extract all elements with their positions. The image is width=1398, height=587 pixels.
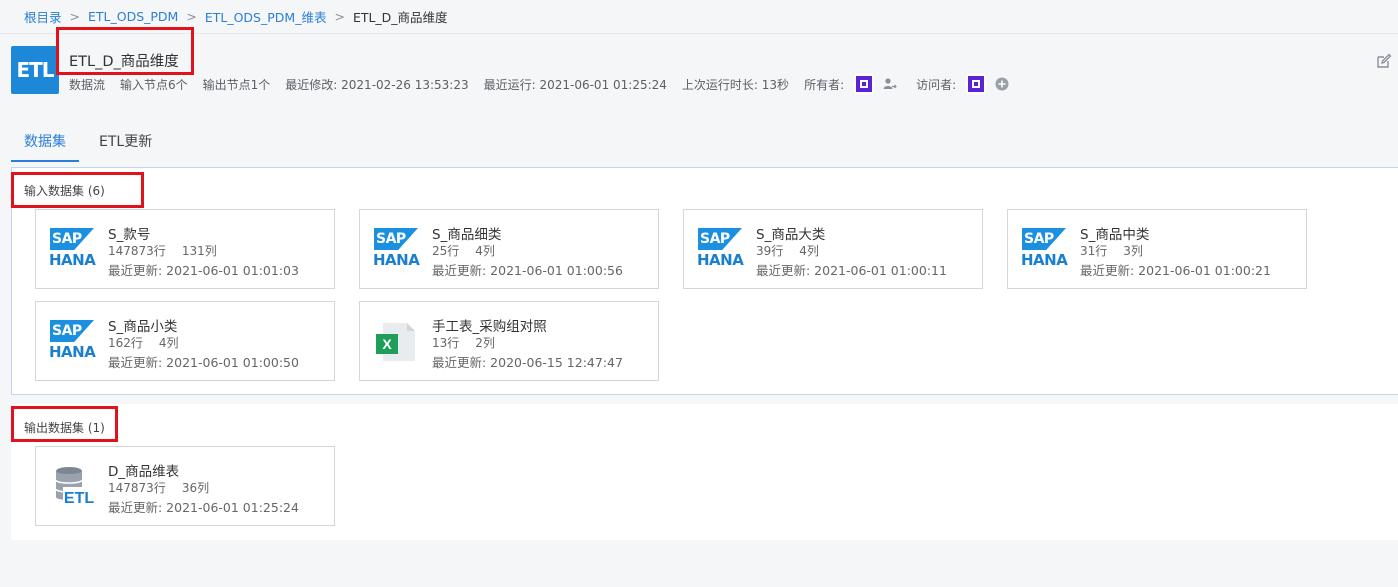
tab-bar: 数据集 ETL更新	[11, 128, 165, 162]
sap-hana-icon: SAP HANA	[697, 228, 744, 272]
dataset-rows: 13行	[432, 336, 460, 350]
dataset-updated: 最近更新: 2021-06-01 01:00:21	[1080, 263, 1271, 278]
dataset-cols: 131列	[181, 244, 217, 258]
dataset-name: D_商品维表	[108, 464, 180, 480]
header-divider	[0, 33, 1398, 34]
dataset-rows: 31行	[1080, 244, 1108, 258]
visitor-avatar[interactable]	[966, 74, 987, 94]
breadcrumb-separator: >	[334, 9, 345, 24]
meta-bar: 数据流 输入节点6个 输出节点1个 最近修改: 2021-02-26 13:53…	[69, 74, 1028, 94]
dataset-counts: 162行 4列	[108, 334, 179, 351]
dataset-cols: 4列	[799, 244, 819, 258]
dataset-name: S_款号	[108, 227, 151, 243]
dataset-card[interactable]: ETL D_商品维表 147873行 36列 最近更新: 2021-06-01 0…	[35, 446, 335, 526]
breadcrumb-root[interactable]: 根目录	[24, 7, 62, 26]
dataset-rows: 162行	[108, 336, 143, 350]
dataset-updated: 最近更新: 2021-06-01 01:00:11	[756, 263, 947, 278]
dataset-rows: 147873行	[108, 244, 166, 258]
dataset-card[interactable]: SAP HANA S_款号 147873行 131列 最近更新: 2021-06-0…	[35, 209, 335, 289]
dataset-updated: 最近更新: 2021-06-01 01:00:50	[108, 355, 299, 370]
dataset-card[interactable]: X 手工表_采购组对照 13行 2列 最近更新: 2020-06-15 12:47…	[359, 301, 659, 381]
dataset-counts: 25行 4列	[432, 242, 495, 259]
dataset-counts: 147873行 131列	[108, 242, 217, 259]
breadcrumb: 根目录 > ETL_ODS_PDM > ETL_ODS_PDM_维表 > ETL…	[24, 7, 448, 26]
dataset-cols: 3列	[1123, 244, 1143, 258]
dataset-updated: 最近更新: 2021-06-01 01:25:24	[108, 500, 299, 515]
meta-output-nodes: 输出节点1个	[202, 77, 271, 92]
visitor-label: 访问者:	[916, 77, 957, 92]
dataset-counts: 147873行 36列	[108, 479, 209, 496]
dataset-name: 手工表_采购组对照	[432, 319, 547, 335]
dataset-name: S_商品细类	[432, 227, 502, 243]
etl-logo-icon: ETL	[11, 46, 59, 94]
meta-duration: 上次运行时长: 13秒	[681, 77, 790, 92]
title-highlight-box	[56, 27, 194, 75]
dataset-updated: 最近更新: 2021-06-01 01:01:03	[108, 263, 299, 278]
dataset-counts: 31行 3列	[1080, 242, 1143, 259]
dataset-counts: 39行 4列	[756, 242, 819, 259]
dataset-counts: 13行 2列	[432, 334, 495, 351]
dataset-card[interactable]: SAP HANA S_商品细类 25行 4列 最近更新: 2021-06-01 01…	[359, 209, 659, 289]
dataset-cols: 4列	[475, 244, 495, 258]
dataset-card[interactable]: SAP HANA S_商品大类 39行 4列 最近更新: 2021-06-01 01…	[683, 209, 983, 289]
dataset-rows: 25行	[432, 244, 460, 258]
breadcrumb-separator: >	[186, 9, 197, 24]
dataset-cols: 2列	[475, 336, 495, 350]
sap-hana-icon: SAP HANA	[49, 320, 96, 364]
dataset-name: S_商品小类	[108, 319, 178, 335]
dataset-card[interactable]: SAP HANA S_商品小类 162行 4列 最近更新: 2021-06-01 0…	[35, 301, 335, 381]
owner-avatar[interactable]	[854, 74, 875, 94]
input-label-highlight-box	[11, 172, 144, 208]
breadcrumb-etl-ods-pdm[interactable]: ETL_ODS_PDM	[88, 9, 178, 24]
tab-datasets[interactable]: 数据集	[11, 128, 79, 162]
transfer-owner-icon[interactable]	[882, 76, 898, 92]
breadcrumb-etl-ods-pdm-dim[interactable]: ETL_ODS_PDM_维表	[205, 7, 327, 26]
edit-icon[interactable]	[1376, 53, 1392, 69]
breadcrumb-current: ETL_D_商品维度	[352, 10, 448, 25]
excel-icon: X	[376, 323, 415, 361]
add-visitor-icon[interactable]	[994, 76, 1010, 92]
meta-last-run: 最近运行: 2021-06-01 01:25:24	[483, 77, 667, 92]
svg-text:ETL: ETL	[64, 490, 94, 507]
dataset-card[interactable]: SAP HANA S_商品中类 31行 3列 最近更新: 2021-06-01 01…	[1007, 209, 1307, 289]
sap-hana-icon: SAP HANA	[49, 228, 96, 272]
meta-modified: 最近修改: 2021-02-26 13:53:23	[285, 77, 469, 92]
tab-etl-update[interactable]: ETL更新	[86, 128, 165, 162]
breadcrumb-separator: >	[69, 9, 80, 24]
dataset-name: S_商品中类	[1080, 227, 1150, 243]
meta-input-nodes: 输入节点6个	[120, 77, 188, 92]
dataset-updated: 最近更新: 2020-06-15 12:47:47	[432, 355, 623, 370]
meta-type: 数据流	[69, 77, 106, 92]
sap-hana-icon: SAP HANA	[1021, 228, 1068, 272]
dataset-name: S_商品大类	[756, 227, 826, 243]
owner-label: 所有者:	[804, 77, 845, 92]
dataset-cols: 4列	[158, 336, 179, 350]
dataset-updated: 最近更新: 2021-06-01 01:00:56	[432, 263, 623, 278]
sap-hana-icon: SAP HANA	[373, 228, 420, 272]
etl-database-icon: ETL	[55, 467, 95, 507]
output-label-highlight-box	[11, 406, 118, 442]
dataset-rows: 39行	[756, 244, 784, 258]
dataset-cols: 36列	[181, 481, 210, 495]
svg-text:X: X	[382, 336, 392, 352]
dataset-rows: 147873行	[108, 481, 166, 495]
